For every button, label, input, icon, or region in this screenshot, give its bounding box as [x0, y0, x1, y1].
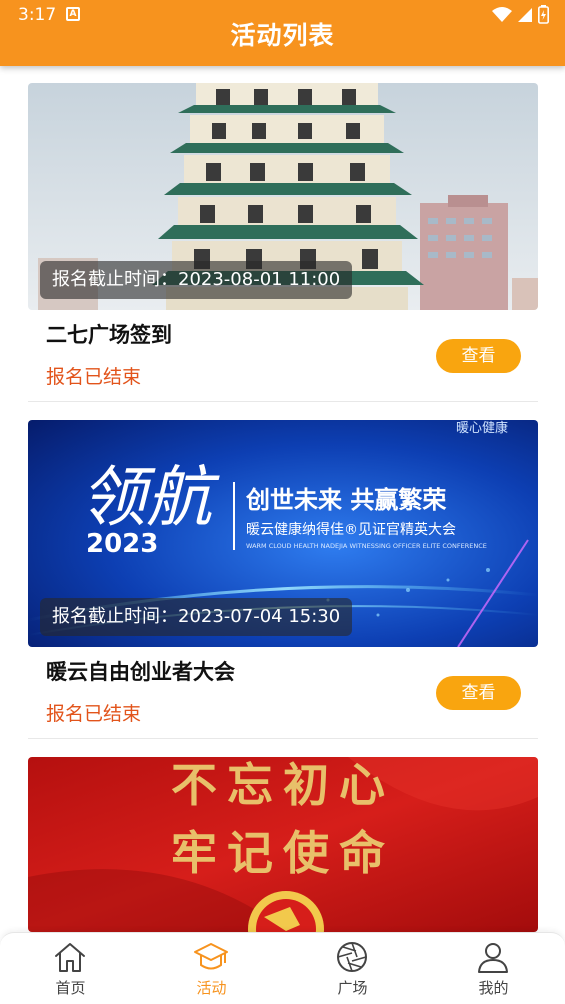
- party-banner: 不忘初心 牢记使命: [28, 757, 538, 932]
- person-icon: [478, 943, 508, 973]
- event-image[interactable]: 不忘初心 牢记使命: [28, 757, 538, 932]
- tab-label: 我的: [478, 979, 509, 997]
- bottom-tab-bar: 首页 活动 广场 我的: [0, 932, 565, 1004]
- banner-slogan: 创世未来 共赢繁荣: [245, 486, 446, 514]
- divider: [28, 738, 538, 739]
- view-button[interactable]: 查看: [436, 676, 521, 710]
- banner-line-1: 不忘初心: [171, 758, 395, 812]
- tab-label: 活动: [196, 979, 227, 997]
- tab-home[interactable]: 首页: [0, 933, 141, 1004]
- event-status: 报名已结束: [46, 703, 142, 725]
- app-header: 3:17 A 活动列表: [0, 0, 565, 66]
- banner-calligraphy: 领航: [80, 459, 220, 536]
- banner-year: 2023: [86, 529, 158, 559]
- banner-subtitle: 暖云健康纳得佳®见证官精英大会: [246, 521, 456, 538]
- event-card[interactable]: 报名截止时间：2023-08-01 11:00 二七广场签到 报名已结束 查看: [28, 83, 538, 403]
- banner-corner-text: 暖心健康: [456, 420, 508, 436]
- aperture-icon: [337, 942, 367, 972]
- tab-mine[interactable]: 我的: [423, 933, 564, 1004]
- event-title: 暖云自由创业者大会: [46, 660, 235, 684]
- banner-subtitle-en: WARM CLOUD HEALTH NADEJIA WITNESSING OFF…: [246, 542, 487, 550]
- deadline-badge: 报名截止时间：2023-08-01 11:00: [40, 261, 353, 299]
- home-icon: [55, 943, 85, 972]
- event-list[interactable]: 报名截止时间：2023-08-01 11:00 二七广场签到 报名已结束 查看: [0, 66, 565, 932]
- tab-plaza[interactable]: 广场: [282, 933, 423, 1004]
- event-title: 二七广场签到: [46, 323, 172, 347]
- activity-list-screen: 3:17 A 活动列表 报名截止时间：2023-08-01 11:00 二七广场…: [0, 0, 565, 1004]
- tab-label: 首页: [55, 979, 86, 997]
- tab-label: 广场: [337, 979, 368, 997]
- divider: [28, 401, 538, 402]
- event-card[interactable]: 暖心健康 领航 2023 创世未来 共赢繁荣 暖云健康纳得佳®见证官精英大会 W…: [28, 420, 538, 740]
- banner-line-2: 牢记使命: [171, 826, 395, 880]
- tab-activity[interactable]: 活动: [141, 933, 282, 1004]
- event-card[interactable]: 不忘初心 牢记使命: [28, 757, 538, 932]
- page-title: 活动列表: [230, 21, 335, 50]
- graduation-cap-icon: [194, 943, 228, 970]
- deadline-badge: 报名截止时间：2023-07-04 15:30: [40, 598, 353, 636]
- view-button[interactable]: 查看: [436, 339, 521, 373]
- event-status: 报名已结束: [46, 366, 142, 388]
